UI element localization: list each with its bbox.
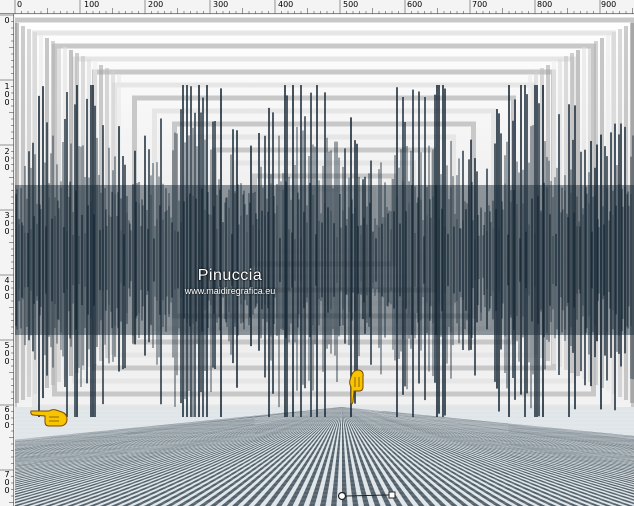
ruler-left-label: 3 0 0: [4, 211, 10, 236]
pointing-hand-icon: [349, 369, 364, 405]
ruler-left-label: 7 0 0: [4, 470, 10, 495]
pointing-hand-icon: [30, 409, 68, 427]
canvas-artwork: [15, 15, 634, 506]
ruler-left-label: 1 0 0: [4, 82, 10, 107]
image-canvas[interactable]: Pinuccia www.maidiregrafica.eu: [15, 15, 634, 506]
ruler-top-label: 800: [537, 0, 553, 9]
ruler-top-label: 700: [472, 0, 488, 9]
ruler-top-label: 100: [84, 0, 100, 9]
striped-floor: [15, 407, 634, 506]
ruler-left-label: 0: [4, 16, 10, 25]
ruler-top-label: 300: [213, 0, 229, 9]
ruler-top-label: 600: [407, 0, 423, 9]
ruler-top-label: 500: [343, 0, 359, 9]
ruler-left-label: 5 0 0: [4, 341, 10, 366]
ruler-top-label: 0: [17, 0, 23, 9]
ruler-top-label: 200: [148, 0, 164, 9]
ruler-left-label: 6 0 0: [4, 405, 10, 430]
ruler-top-label: 400: [278, 0, 294, 9]
ruler-left[interactable]: 0 1 0 0 2 0 0 3 0 0 4 0 0 5 0 0 6 0 0 7 …: [0, 14, 14, 506]
ruler-left-label: 4 0 0: [4, 276, 10, 301]
ruler-top-label: 900: [601, 0, 617, 9]
ruler-left-label: 2 0 0: [4, 147, 10, 172]
ruler-top[interactable]: 0 100 200 300 400 500 600 700 800 900: [0, 0, 634, 14]
app-window: 0 100 200 300 400 500 600 700 800 900 0 …: [0, 0, 634, 506]
